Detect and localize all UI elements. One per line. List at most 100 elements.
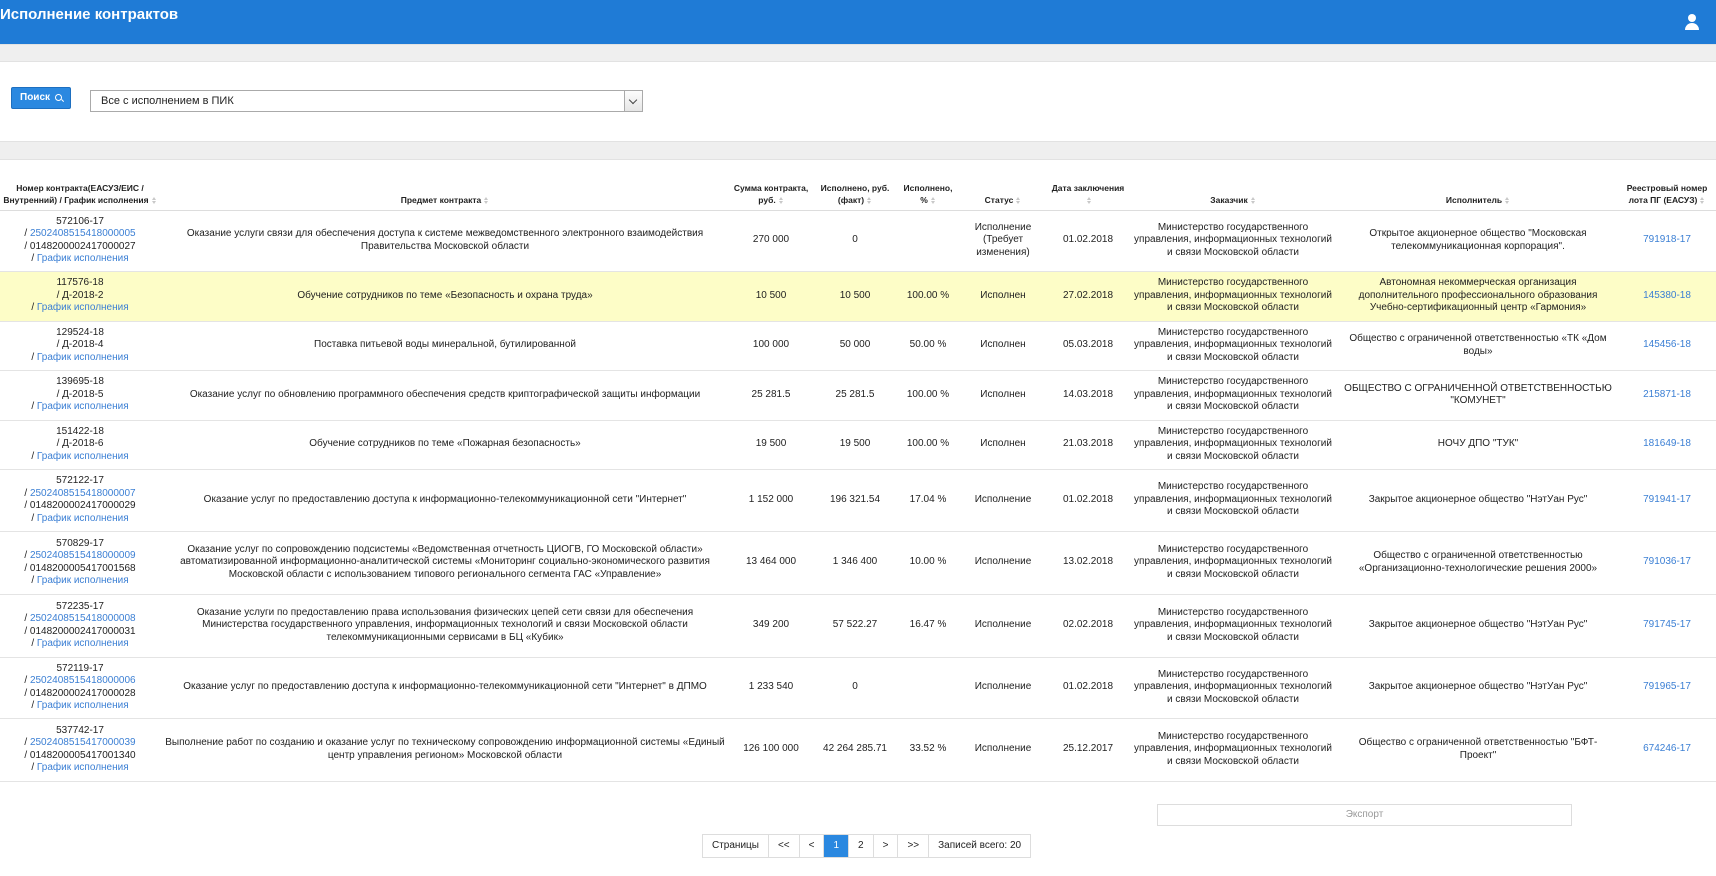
last-page-button[interactable]: >> [898, 835, 930, 857]
filter-select[interactable]: Все с исполнением в ПИК [90, 90, 643, 112]
col-done-rub[interactable]: Исполнено, руб. (факт) [812, 160, 898, 211]
cell-done-pct [898, 210, 958, 272]
table-row[interactable]: 537742-17/ 2502408515417000039/ 01482000… [0, 718, 1716, 782]
cell-executor: Закрытое акционерное общество "НэтУан Ру… [1338, 594, 1618, 658]
internal-number: / Д-2018-2 [56, 289, 104, 301]
schedule-link[interactable]: График исполнения [37, 575, 129, 586]
cell-subject: Оказание услуг по предоставлению доступа… [160, 657, 730, 719]
cell-subject: Оказание услуг по предоставлению доступа… [160, 469, 730, 532]
cell-sum: 100 000 [730, 321, 812, 371]
schedule-link[interactable]: График исполнения [37, 513, 129, 524]
user-icon[interactable] [1684, 14, 1700, 30]
eis-number-link[interactable]: 2502408515418000005 [30, 228, 136, 239]
table-row[interactable]: 117576-18/ Д-2018-2/ График исполнения Об… [0, 271, 1716, 322]
sort-icon[interactable] [1087, 196, 1092, 204]
sort-icon[interactable] [867, 196, 872, 204]
lot-link[interactable]: 791918-17 [1643, 234, 1691, 245]
schedule-link[interactable]: График исполнения [37, 762, 129, 773]
sort-icon[interactable] [1700, 196, 1705, 204]
cell-status: Исполнение [958, 657, 1048, 719]
next-page-button[interactable]: > [874, 835, 899, 857]
sort-icon[interactable] [1016, 196, 1021, 204]
eis-number-link[interactable]: 2502408515418000007 [30, 488, 136, 499]
cell-sum: 13 464 000 [730, 531, 812, 595]
cell-lot: 791941-17 [1618, 469, 1716, 532]
lot-link[interactable]: 145380-18 [1643, 290, 1691, 301]
cell-date: 05.03.2018 [1048, 321, 1128, 371]
sort-icon[interactable] [484, 196, 489, 204]
cell-done-pct: 100.00 % [898, 420, 958, 470]
export-button[interactable]: Экспорт [1157, 804, 1572, 826]
cell-status: Исполнение (Требует изменения) [958, 210, 1048, 272]
table-row[interactable]: 572235-17/ 2502408515418000008/ 01482000… [0, 594, 1716, 658]
schedule-link[interactable]: График исполнения [37, 302, 129, 313]
lot-link[interactable]: 145456-18 [1643, 339, 1691, 350]
cell-executor: Закрытое акционерное общество "НэтУан Ру… [1338, 657, 1618, 719]
chevron-down-icon[interactable] [624, 91, 642, 111]
table-row[interactable]: 129524-18/ Д-2018-4/ График исполнения По… [0, 321, 1716, 371]
sort-icon[interactable] [1250, 196, 1256, 204]
cell-lot: 215871-18 [1618, 370, 1716, 421]
page-1-button[interactable]: 1 [824, 835, 850, 857]
schedule-link[interactable]: График исполнения [37, 700, 129, 711]
cell-contract-no: 570829-17/ 2502408515418000009/ 01482000… [0, 531, 160, 595]
sort-icon[interactable] [930, 196, 936, 204]
cell-done-pct: 16.47 % [898, 594, 958, 658]
cell-lot: 181649-18 [1618, 420, 1716, 470]
col-date[interactable]: Дата заключения [1048, 160, 1128, 211]
table-row[interactable]: 570829-17/ 2502408515418000009/ 01482000… [0, 531, 1716, 595]
schedule-link[interactable]: График исполнения [37, 401, 129, 412]
cell-lot: 791745-17 [1618, 594, 1716, 658]
schedule-link[interactable]: График исполнения [37, 451, 129, 462]
schedule-link[interactable]: График исполнения [37, 638, 129, 649]
cell-sum: 25 281.5 [730, 370, 812, 421]
lot-link[interactable]: 674246-17 [1643, 743, 1691, 754]
table-row[interactable]: 139695-18/ Д-2018-5/ График исполнения Ок… [0, 370, 1716, 421]
col-subject[interactable]: Предмет контракта [160, 160, 730, 211]
lot-link[interactable]: 791941-17 [1643, 494, 1691, 505]
col-customer[interactable]: Заказчик [1128, 160, 1338, 211]
search-button[interactable]: Поиск [11, 87, 71, 109]
eis-number-link[interactable]: 2502408515418000009 [30, 550, 136, 561]
contracts-table: Номер контракта(ЕАСУЗ/ЕИС /Внутренний) /… [0, 160, 1716, 782]
page-title: Исполнение контрактов [0, 6, 179, 23]
cell-subject: Обучение сотрудников по теме «Безопаснос… [160, 271, 730, 322]
prev-page-button[interactable]: < [800, 835, 825, 857]
lot-link[interactable]: 181649-18 [1643, 438, 1691, 449]
internal-number: / 0148200002417000031 [24, 625, 136, 637]
sort-icon[interactable] [1505, 196, 1510, 204]
schedule-link[interactable]: График исполнения [37, 253, 129, 264]
eis-number-link[interactable]: 2502408515417000039 [30, 737, 136, 748]
cell-contract-no: 151422-18/ Д-2018-6/ График исполнения [0, 420, 160, 470]
table-row[interactable]: 572106-17/ 2502408515418000005/ 01482000… [0, 210, 1716, 272]
table-row[interactable]: 151422-18/ Д-2018-6/ График исполнения Об… [0, 420, 1716, 470]
cell-sum: 1 152 000 [730, 469, 812, 532]
table-row[interactable]: 572119-17/ 2502408515418000006/ 01482000… [0, 657, 1716, 719]
col-sum[interactable]: Сумма контракта, руб. [730, 160, 812, 211]
col-lot[interactable]: Реестровый номер лота ПГ (ЕАСУЗ) [1618, 160, 1716, 211]
cell-date: 01.02.2018 [1048, 210, 1128, 272]
cell-date: 01.02.2018 [1048, 469, 1128, 532]
first-page-button[interactable]: << [769, 835, 800, 857]
app-header: Исполнение контрактов [0, 0, 1716, 44]
table-row[interactable]: 572122-17/ 2502408515418000007/ 01482000… [0, 469, 1716, 532]
eis-number-link[interactable]: 2502408515418000008 [30, 613, 136, 624]
schedule-link[interactable]: График исполнения [37, 352, 129, 363]
page-2-button[interactable]: 2 [849, 835, 874, 857]
contract-id: 129524-18 [56, 326, 104, 338]
col-status[interactable]: Статус [958, 160, 1048, 211]
cell-customer: Министерство государственного управления… [1128, 420, 1338, 470]
sort-icon[interactable] [151, 196, 157, 204]
lot-link[interactable]: 791745-17 [1643, 619, 1691, 630]
cell-executor: НОЧУ ДПО "ТУК" [1338, 420, 1618, 470]
lot-link[interactable]: 215871-18 [1643, 389, 1691, 400]
cell-done-rub: 1 346 400 [812, 531, 898, 595]
cell-subject: Поставка питьевой воды минеральной, бути… [160, 321, 730, 371]
col-contract-no[interactable]: Номер контракта(ЕАСУЗ/ЕИС /Внутренний) /… [0, 160, 160, 211]
col-executor[interactable]: Исполнитель [1338, 160, 1618, 211]
eis-number-link[interactable]: 2502408515418000006 [30, 675, 136, 686]
lot-link[interactable]: 791965-17 [1643, 681, 1691, 692]
lot-link[interactable]: 791036-17 [1643, 556, 1691, 567]
col-done-pct[interactable]: Исполнено, % [898, 160, 958, 211]
sort-icon[interactable] [778, 196, 784, 204]
